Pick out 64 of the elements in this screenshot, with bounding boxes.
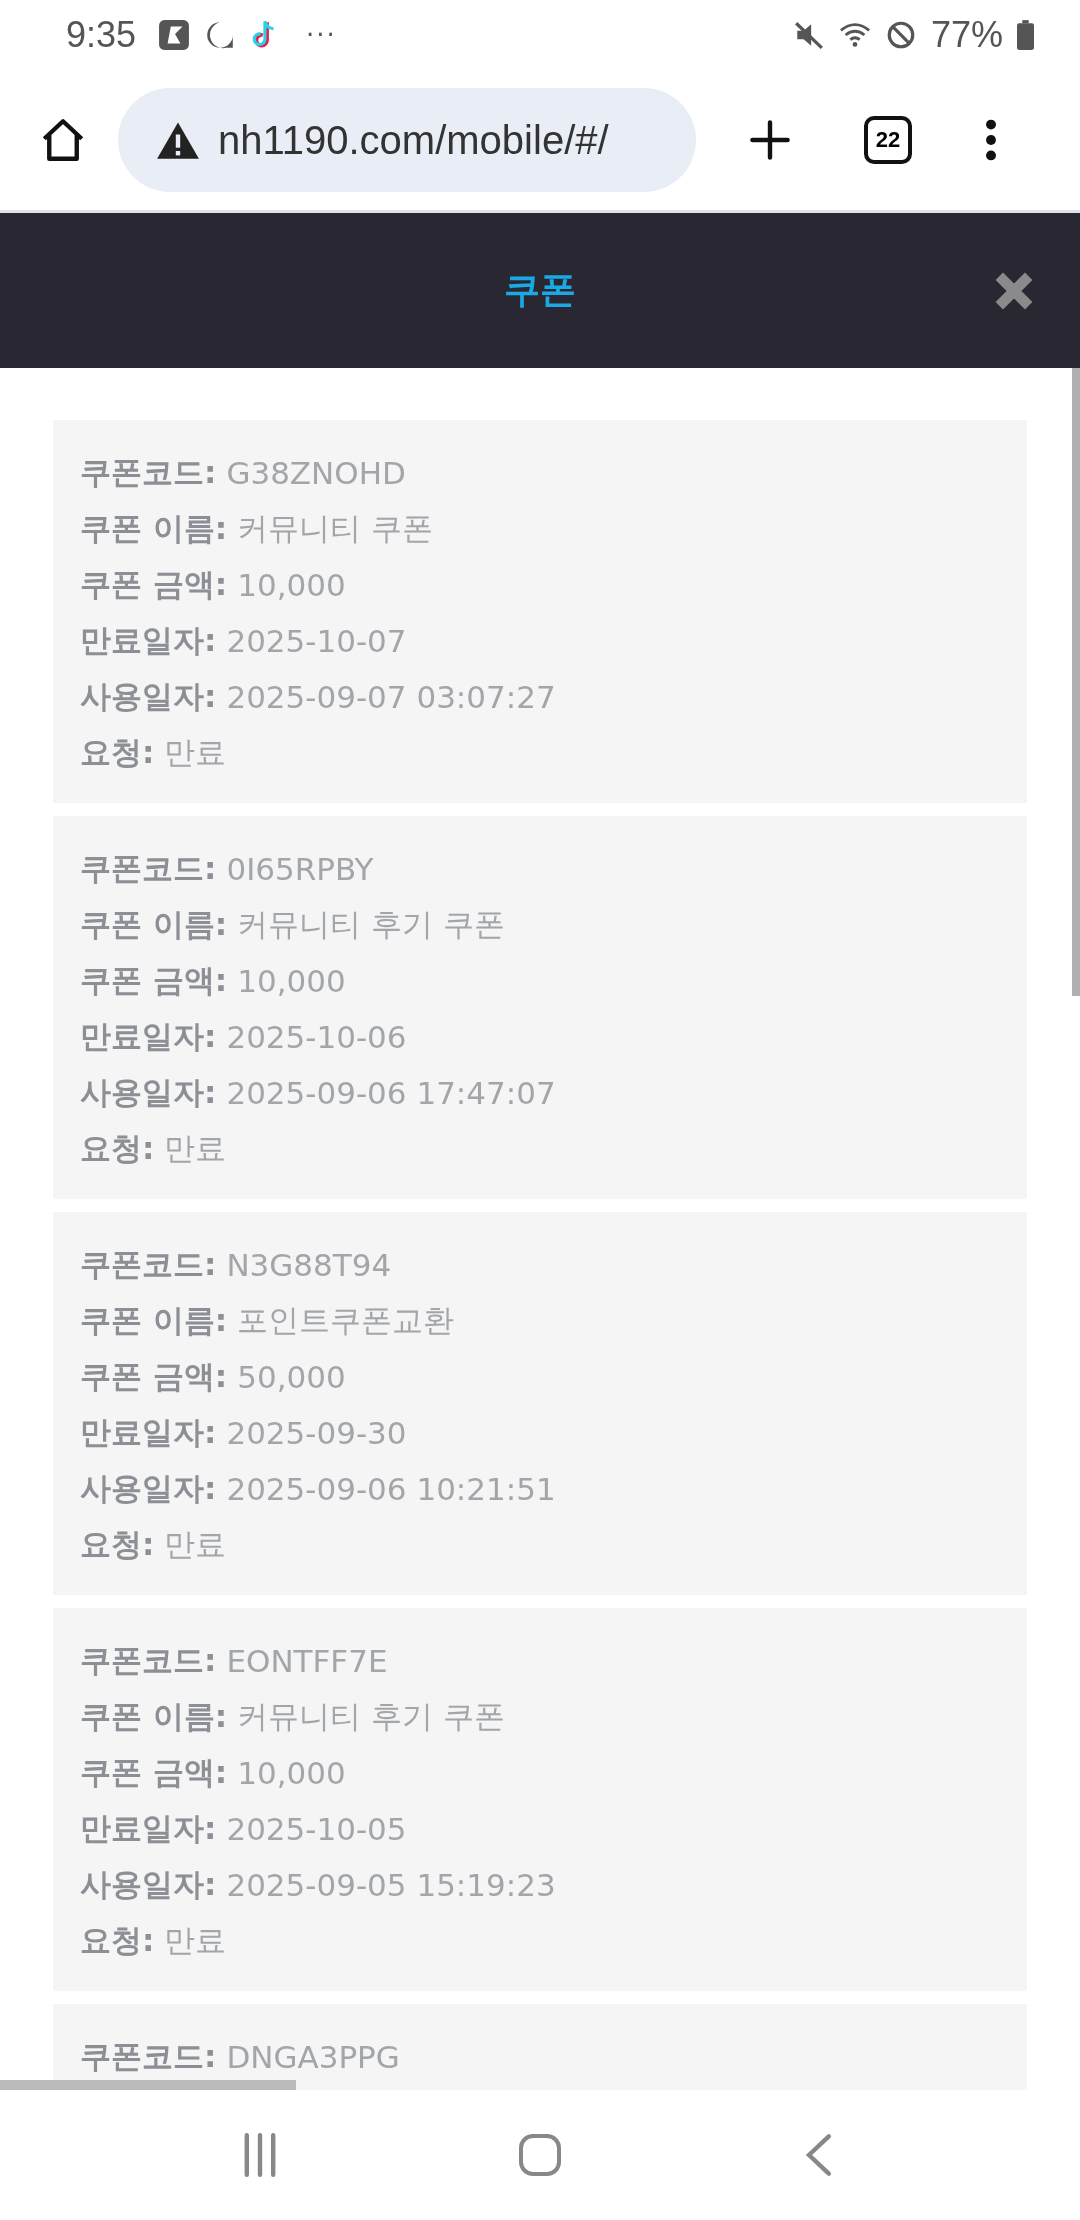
field-value: EONTFF7E — [226, 1643, 388, 1679]
field-value: 포인트쿠폰교환 — [237, 1301, 455, 1340]
status-time: 9:35 — [66, 14, 137, 56]
field-label: 만료일자: — [80, 1413, 217, 1452]
close-icon[interactable] — [993, 270, 1035, 312]
field-label: 요청: — [80, 1921, 155, 1960]
field-value: 만료 — [164, 1921, 227, 1960]
tab-count-button[interactable]: 22 — [864, 116, 912, 164]
field-value: 2025-09-06 17:47:07 — [226, 1075, 556, 1111]
field-value: 2025-09-05 15:19:23 — [226, 1867, 556, 1903]
field-value: 만료 — [164, 1525, 227, 1564]
battery-icon — [1017, 20, 1034, 50]
field-value: 10,000 — [237, 963, 346, 999]
field-value: DNGA3PPG — [226, 2039, 400, 2075]
field-label: 사용일자: — [80, 677, 217, 716]
field-label: 사용일자: — [80, 1073, 217, 1112]
field-label: 사용일자: — [80, 1865, 217, 1904]
menu-icon[interactable] — [984, 118, 998, 162]
field-label: 쿠폰코드: — [80, 849, 217, 888]
mute-icon — [792, 19, 825, 51]
field-label: 쿠폰 이름: — [80, 905, 228, 944]
field-label: 요청: — [80, 733, 155, 772]
field-label: 사용일자: — [80, 1469, 217, 1508]
field-label: 쿠폰 이름: — [80, 1301, 228, 1340]
field-value: 10,000 — [237, 1755, 346, 1791]
field-label: 쿠폰 이름: — [80, 509, 228, 548]
status-more: ··· — [306, 20, 337, 50]
field-label: 쿠폰코드: — [80, 453, 217, 492]
battery-level: 77% — [930, 14, 1003, 56]
page-title: 쿠폰 — [504, 268, 576, 312]
field-label: 쿠폰 금액: — [80, 565, 228, 604]
field-value: 커뮤니티 후기 쿠폰 — [237, 905, 505, 944]
field-value: 2025-10-05 — [226, 1811, 407, 1847]
field-label: 쿠폰 금액: — [80, 1753, 228, 1792]
address-field[interactable]: nh1190.com/mobile/#/ — [118, 88, 696, 192]
field-label: 만료일자: — [80, 621, 217, 660]
field-value: 커뮤니티 후기 쿠폰 — [237, 1697, 505, 1736]
field-label: 쿠폰 금액: — [80, 961, 228, 1000]
field-label: 만료일자: — [80, 1017, 217, 1056]
field-label: 요청: — [80, 1525, 155, 1564]
field-value: 2025-10-07 — [226, 623, 407, 659]
field-value: 2025-09-30 — [226, 1415, 407, 1451]
field-value: N3G88T94 — [226, 1247, 392, 1283]
field-value: 커뮤니티 쿠폰 — [237, 509, 434, 548]
field-value: 만료 — [164, 1129, 227, 1168]
field-value: 만료 — [164, 733, 227, 772]
home-button-icon[interactable] — [518, 2133, 562, 2177]
app-icon — [158, 19, 191, 51]
field-label: 쿠폰코드: — [80, 1245, 217, 1284]
field-label: 쿠폰 금액: — [80, 1357, 228, 1396]
field-label: 쿠폰코드: — [80, 1641, 217, 1680]
field-value: 10,000 — [237, 567, 346, 603]
field-label: 쿠폰코드: — [80, 2037, 217, 2076]
field-label: 만료일자: — [80, 1809, 217, 1848]
warning-icon — [156, 120, 200, 160]
new-tab-icon[interactable] — [748, 118, 792, 162]
field-value: 2025-09-06 10:21:51 — [226, 1471, 556, 1507]
field-value: 50,000 — [237, 1359, 346, 1395]
field-value: 0I65RPBY — [226, 851, 374, 887]
field-label: 쿠폰 이름: — [80, 1697, 228, 1736]
field-label: 요청: — [80, 1129, 155, 1168]
field-value: 2025-09-07 03:07:27 — [226, 679, 556, 715]
field-value: 2025-10-06 — [226, 1019, 407, 1055]
field-value: G38ZNOHD — [226, 455, 406, 491]
